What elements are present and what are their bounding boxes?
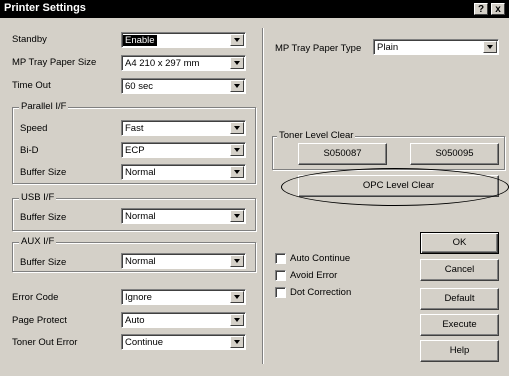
mp-tray-paper-size-label: MP Tray Paper Size (12, 57, 97, 68)
error-code-label: Error Code (12, 292, 59, 303)
standby-select[interactable]: Enable (121, 32, 246, 48)
aux-buffer-size-select[interactable]: Normal (121, 253, 246, 269)
page-protect-select[interactable]: Auto (121, 312, 246, 328)
speed-select[interactable]: Fast (121, 120, 246, 136)
cancel-button[interactable]: Cancel (420, 259, 499, 281)
toner-s050087-button[interactable]: S050087 (298, 143, 387, 165)
default-button[interactable]: Default (420, 288, 499, 310)
standby-label: Standby (12, 34, 47, 45)
close-title-button[interactable]: x (491, 3, 505, 15)
bid-select[interactable]: ECP (121, 142, 246, 158)
aux-buffer-size-label: Buffer Size (20, 257, 67, 268)
usb-buffer-size-select[interactable]: Normal (121, 208, 246, 224)
chevron-down-icon[interactable] (230, 255, 244, 267)
help-title-button[interactable]: ? (474, 3, 488, 15)
aux-if-title: AUX I/F (19, 236, 57, 247)
toner-out-error-select[interactable]: Continue (121, 334, 246, 350)
execute-button[interactable]: Execute (420, 314, 499, 336)
window-title: Printer Settings (4, 2, 86, 14)
avoid-error-label: Avoid Error (290, 270, 338, 281)
mp-tray-paper-size-select[interactable]: A4 210 x 297 mm (121, 55, 246, 71)
toner-out-error-label: Toner Out Error (12, 337, 78, 348)
bid-label: Bi-D (20, 145, 39, 156)
page-protect-label: Page Protect (12, 315, 67, 326)
auto-continue-checkbox[interactable] (275, 253, 286, 264)
chevron-down-icon[interactable] (230, 166, 244, 178)
chevron-down-icon[interactable] (230, 314, 244, 326)
chevron-down-icon[interactable] (230, 80, 244, 92)
mp-tray-paper-type-label: MP Tray Paper Type (275, 43, 362, 54)
mp-tray-paper-type-select[interactable]: Plain (373, 39, 499, 55)
chevron-down-icon[interactable] (230, 34, 244, 46)
toner-s050095-button[interactable]: S050095 (410, 143, 499, 165)
time-out-select[interactable]: 60 sec (121, 78, 246, 94)
chevron-down-icon[interactable] (483, 41, 497, 53)
ok-button[interactable]: OK (420, 232, 499, 254)
parallel-if-title: Parallel I/F (19, 101, 69, 112)
chevron-down-icon[interactable] (230, 144, 244, 156)
speed-label: Speed (20, 123, 48, 134)
chevron-down-icon[interactable] (230, 122, 244, 134)
chevron-down-icon[interactable] (230, 291, 244, 303)
error-code-select[interactable]: Ignore (121, 289, 246, 305)
chevron-down-icon[interactable] (230, 336, 244, 348)
chevron-down-icon[interactable] (230, 210, 244, 222)
auto-continue-label: Auto Continue (290, 253, 351, 264)
title-bar: Printer Settings (0, 0, 509, 18)
parallel-buffer-size-label: Buffer Size (20, 167, 67, 178)
opc-level-clear-button[interactable]: OPC Level Clear (298, 175, 499, 197)
avoid-error-checkbox[interactable] (275, 270, 286, 281)
dot-correction-label: Dot Correction (290, 287, 352, 298)
help-button[interactable]: Help (420, 340, 499, 362)
column-divider (262, 28, 264, 364)
dot-correction-checkbox[interactable] (275, 287, 286, 298)
usb-buffer-size-label: Buffer Size (20, 212, 67, 223)
toner-level-clear-title: Toner Level Clear (277, 130, 356, 141)
chevron-down-icon[interactable] (230, 57, 244, 69)
parallel-buffer-size-select[interactable]: Normal (121, 164, 246, 180)
usb-if-title: USB I/F (19, 192, 57, 203)
time-out-label: Time Out (12, 80, 51, 91)
